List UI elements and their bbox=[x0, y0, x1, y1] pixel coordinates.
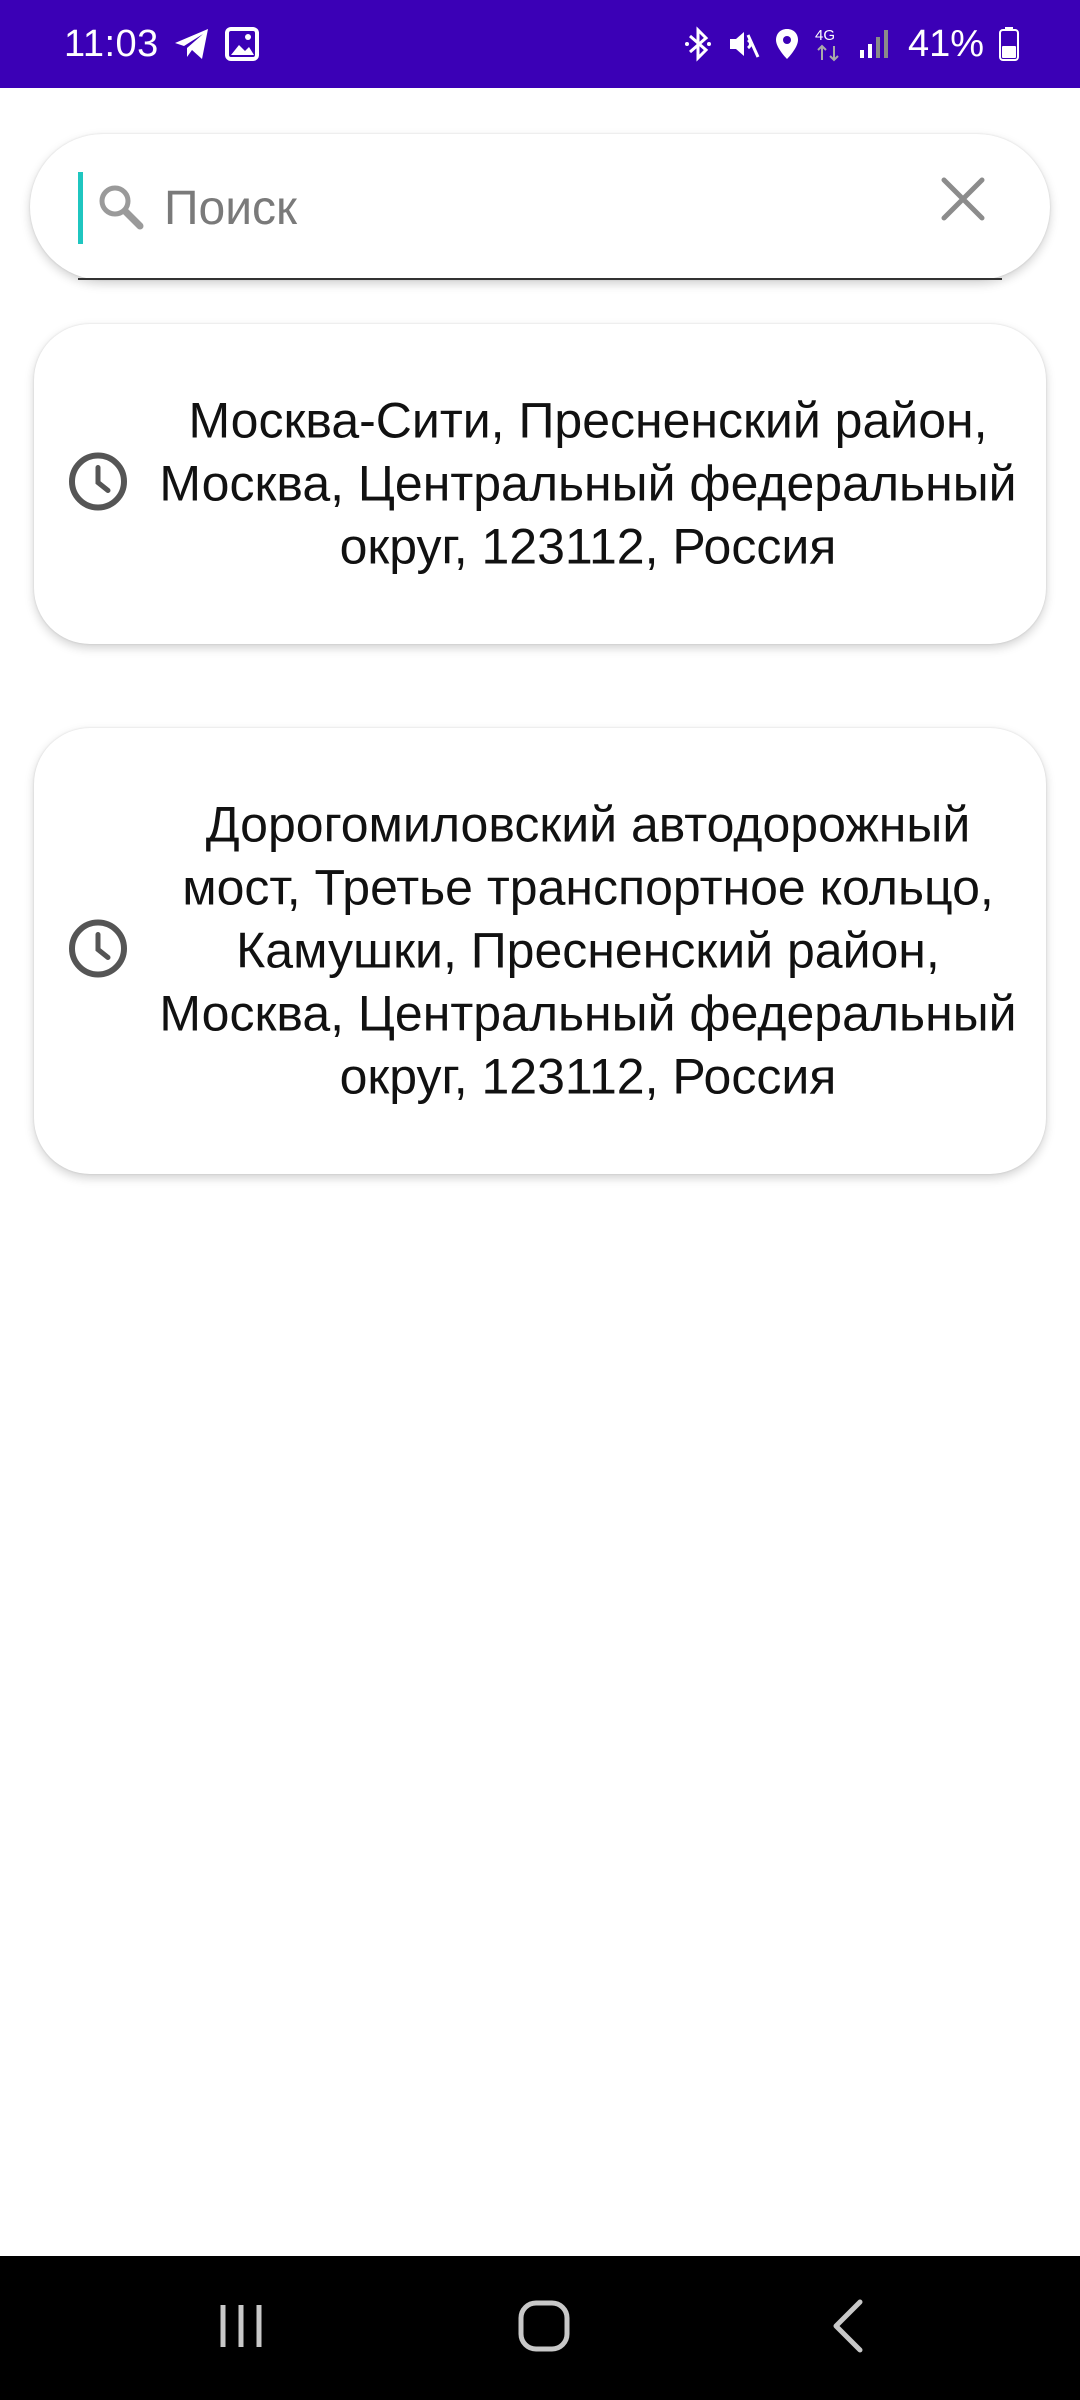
location-icon bbox=[774, 27, 800, 61]
clock-icon bbox=[66, 450, 130, 519]
search-input[interactable] bbox=[162, 170, 902, 246]
close-icon[interactable] bbox=[938, 174, 988, 229]
search-icon bbox=[96, 182, 144, 235]
battery-percent: 41% bbox=[907, 22, 984, 65]
signal-icon bbox=[858, 28, 890, 60]
clock-icon bbox=[66, 917, 130, 986]
gallery-icon bbox=[224, 27, 259, 61]
status-left: 11:03 bbox=[64, 23, 259, 66]
home-button[interactable] bbox=[492, 2256, 596, 2400]
svg-text:4G: 4G bbox=[815, 27, 835, 44]
history-item[interactable]: Москва-Сити, Пресненский район, Москва, … bbox=[34, 324, 1046, 644]
network-4g-icon: 4G bbox=[814, 26, 844, 62]
back-button[interactable] bbox=[796, 2256, 900, 2400]
mute-icon bbox=[726, 27, 760, 61]
search-underline bbox=[78, 278, 1002, 280]
history-item-text: Дорогомиловский автодорожный мост, Треть… bbox=[159, 796, 1017, 1105]
history-item[interactable]: Дорогомиловский автодорожный мост, Треть… bbox=[34, 728, 1046, 1174]
telegram-icon bbox=[173, 27, 211, 61]
status-right: 4G 41% bbox=[684, 23, 1020, 66]
home-icon bbox=[516, 2298, 572, 2359]
status-time: 11:03 bbox=[64, 22, 159, 65]
bluetooth-icon bbox=[684, 26, 712, 62]
search-bar bbox=[30, 134, 1050, 280]
text-cursor bbox=[78, 172, 83, 244]
recents-icon bbox=[217, 2301, 267, 2356]
history-item-text: Москва-Сити, Пресненский район, Москва, … bbox=[159, 392, 1017, 575]
back-icon bbox=[828, 2298, 868, 2359]
status-bar: 11:03 4G 41% bbox=[0, 0, 1080, 88]
recents-button[interactable] bbox=[190, 2256, 294, 2400]
battery-icon bbox=[998, 26, 1020, 62]
navigation-bar bbox=[0, 2256, 1080, 2400]
